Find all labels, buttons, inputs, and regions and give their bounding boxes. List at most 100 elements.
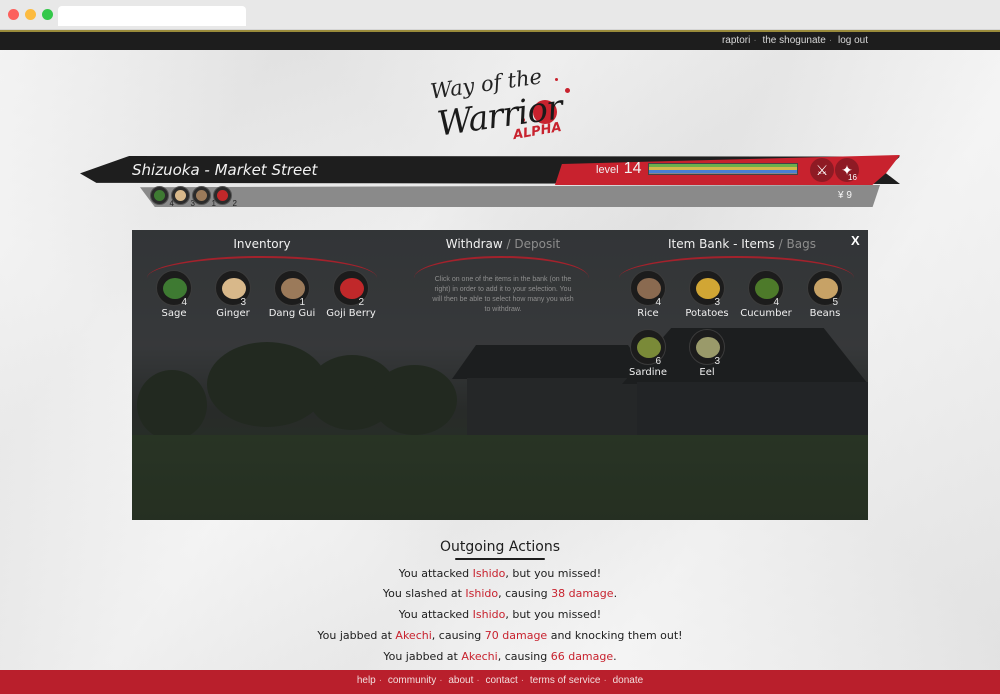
dang-gui-icon (281, 278, 305, 299)
potatoes-icon (696, 278, 720, 299)
inventory-item-ginger[interactable]: 3 Ginger (203, 270, 263, 319)
quick-items-bar (140, 185, 880, 207)
item-name: Potatoes (685, 308, 729, 319)
item-qty: 4 (773, 297, 779, 308)
sage-icon (154, 190, 165, 201)
item-qty: 4 (181, 297, 187, 308)
item-qty: 2 (358, 297, 364, 308)
item-name: Eel (699, 367, 715, 378)
user-link[interactable]: raptori (722, 35, 750, 46)
action-log-entry: You attacked Ishido, but you missed! (398, 608, 602, 621)
faction-link[interactable]: the shogunate (762, 35, 825, 46)
site-logo[interactable]: Way of the Warrior ALPHA (425, 64, 575, 166)
bank-item-potatoes[interactable]: 3 Potatoes (677, 270, 737, 319)
item-name: Cucumber (740, 308, 792, 319)
withdraw-deposit-title: Withdraw / Deposit (428, 237, 578, 251)
bank-item-beans[interactable]: 5 Beans (795, 270, 855, 319)
outgoing-actions-title: Outgoing Actions (439, 539, 561, 555)
item-bank-title: Item Bank - Items / Bags (652, 237, 832, 251)
close-button[interactable]: X (851, 233, 860, 248)
sage-icon (163, 278, 187, 299)
blood-drop-icon (565, 88, 570, 93)
logout-link[interactable]: log out (838, 35, 868, 46)
quick-item[interactable]: 4 (150, 186, 174, 208)
item-name: Sage (161, 308, 187, 319)
minimize-window-icon[interactable] (25, 9, 36, 20)
status-bars (648, 163, 798, 175)
level-display: level 14 (596, 160, 641, 178)
inventory-item-sage[interactable]: 4 Sage (144, 270, 204, 319)
item-name: Goji Berry (326, 308, 376, 319)
experience-bar (649, 170, 797, 173)
sword-skill-icon[interactable]: ⚔ (810, 158, 834, 182)
goji-berry-icon (340, 278, 364, 299)
ginger-icon (175, 190, 186, 201)
item-name: Rice (637, 308, 659, 319)
dang-gui-icon (196, 190, 207, 201)
item-qty: 3 (714, 356, 720, 367)
item-name: Sardine (628, 367, 668, 378)
item-qty: 5 (832, 297, 838, 308)
level-label: level (596, 164, 619, 176)
action-log-entry: You jabbed at Akechi, causing 70 damage … (317, 629, 683, 642)
footer-nav: help · community · about · contact · terms o… (356, 675, 644, 686)
target-link[interactable]: Akechi (461, 650, 497, 663)
action-log-entry: You jabbed at Akechi, causing 66 damage. (383, 650, 617, 663)
location-name: Shizuoka - Market Street (132, 161, 318, 179)
target-link[interactable]: Ishido (473, 567, 506, 580)
quick-item[interactable]: 3 (171, 186, 195, 208)
item-qty: 3 (714, 297, 720, 308)
action-log-entry: You slashed at Ishido, causing 38 damage… (382, 587, 618, 600)
bank-item-eel[interactable]: 3 Eel (677, 329, 737, 378)
bank-item-rice[interactable]: 4 Rice (618, 270, 678, 319)
rice-icon (637, 278, 661, 299)
yen-balance: ¥ 9 (838, 190, 852, 201)
cucumber-icon (755, 278, 779, 299)
footer: help · community · about · contact · terms o… (0, 670, 1000, 694)
ginger-icon (222, 278, 246, 299)
close-window-icon[interactable] (8, 9, 19, 20)
item-name: Dang Gui (268, 308, 316, 319)
footer-link-community[interactable]: community (388, 675, 436, 686)
beans-icon (814, 278, 838, 299)
target-link[interactable]: Ishido (465, 587, 498, 600)
blood-drop-icon (555, 78, 558, 81)
footer-link-terms[interactable]: terms of service (530, 675, 601, 686)
footer-link-help[interactable]: help (357, 675, 376, 686)
top-nav: raptori · the shogunate · log out (721, 35, 868, 46)
bank-item-sardine[interactable]: 6 Sardine (618, 329, 678, 378)
inventory-title: Inventory (233, 237, 291, 251)
bags-tab[interactable]: / Bags (779, 237, 816, 251)
outgoing-actions-underline (455, 558, 545, 560)
page: raptori · the shogunate · log out Way of t… (0, 30, 1000, 694)
footer-link-donate[interactable]: donate (613, 675, 644, 686)
item-name: Beans (809, 308, 841, 319)
goji-berry-icon (217, 190, 228, 201)
maximize-window-icon[interactable] (42, 9, 53, 20)
action-log-entry: You attacked Ishido, but you missed! (398, 567, 602, 580)
browser-tab[interactable] (58, 6, 246, 26)
browser-chrome (0, 0, 1000, 30)
inventory-item-dang-gui[interactable]: 1 Dang Gui (262, 270, 322, 319)
top-bar: raptori · the shogunate · log out (0, 30, 1000, 50)
withdraw-tab[interactable]: Withdraw (446, 237, 503, 251)
deposit-tab[interactable]: / Deposit (507, 237, 561, 251)
footer-link-contact[interactable]: contact (486, 675, 518, 686)
items-tab[interactable]: Item Bank - Items (668, 237, 775, 251)
item-qty: 1 (299, 297, 305, 308)
item-qty: 6 (655, 356, 661, 367)
item-qty: 3 (240, 297, 246, 308)
target-link[interactable]: Ishido (473, 608, 506, 621)
inventory-item-goji-berry[interactable]: 2 Goji Berry (321, 270, 381, 319)
bank-item-cucumber[interactable]: 4 Cucumber (736, 270, 796, 319)
item-qty: 4 (655, 297, 661, 308)
level-value: 14 (623, 160, 642, 177)
quick-item-qty: 2 (232, 199, 237, 208)
quick-item[interactable]: 2 (213, 186, 237, 208)
item-name: Ginger (216, 308, 250, 319)
target-link[interactable]: Akechi (395, 629, 431, 642)
footer-link-about[interactable]: about (448, 675, 473, 686)
market-panel: Inventory Withdraw / Deposit Item Bank -… (132, 230, 868, 520)
eel-icon (696, 337, 720, 358)
quick-item[interactable]: 1 (192, 186, 216, 208)
